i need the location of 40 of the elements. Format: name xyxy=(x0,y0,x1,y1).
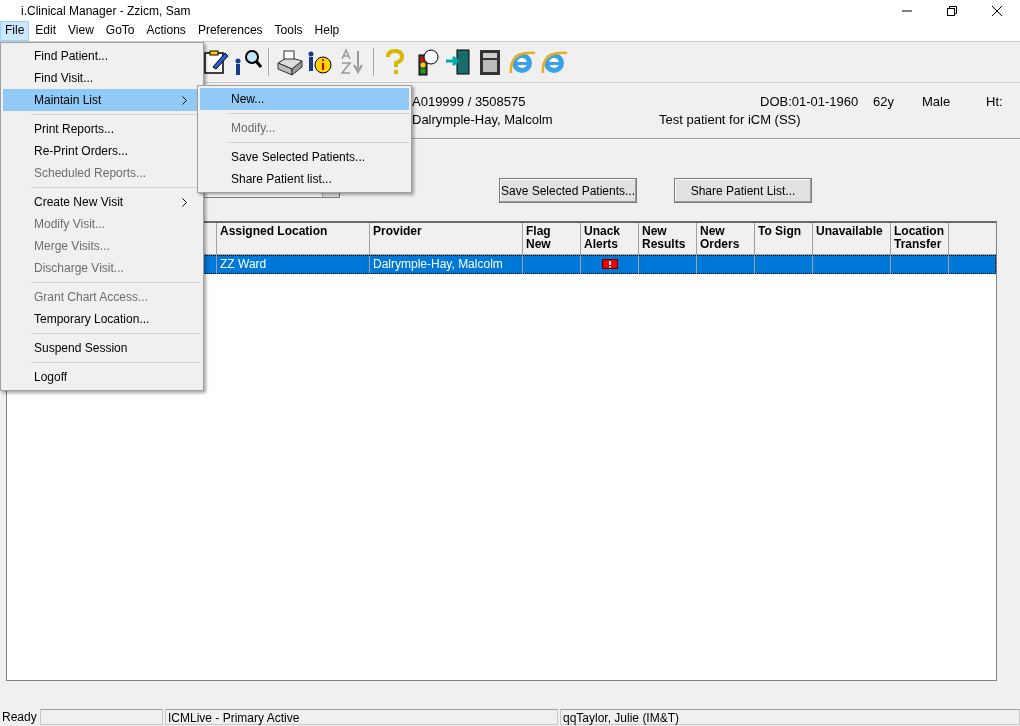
menu-item[interactable]: Preferences xyxy=(191,21,269,41)
restore-icon[interactable] xyxy=(946,4,958,17)
menu-item[interactable]: GoTo xyxy=(99,21,141,41)
exit-door-icon[interactable] xyxy=(443,47,473,77)
close-icon[interactable] xyxy=(991,4,1003,17)
patient-age: 62y xyxy=(873,93,895,109)
menu-item[interactable]: Suspend Session xyxy=(3,337,201,359)
menu-item[interactable]: Find Patient... xyxy=(3,45,201,67)
menu-item[interactable]: View xyxy=(62,21,100,41)
menu-item[interactable]: Actions xyxy=(140,21,192,41)
menu-item[interactable]: Edit xyxy=(29,21,63,41)
height-label: Ht: xyxy=(986,93,1003,109)
printer-icon[interactable] xyxy=(274,47,304,77)
menu-item[interactable]: Find Visit... xyxy=(3,67,201,89)
menu-item[interactable]: File xyxy=(0,21,30,41)
person-magnifier-icon[interactable] xyxy=(233,47,263,77)
menu-item[interactable]: Save Selected Patients... xyxy=(200,146,409,168)
table-cell: ZZ Ward xyxy=(217,255,370,274)
menu-item[interactable]: Create New Visit xyxy=(3,191,201,213)
menu-item[interactable]: Tools xyxy=(268,21,309,41)
menu-item[interactable]: Temporary Location... xyxy=(3,308,201,330)
clipboard-pen-icon[interactable] xyxy=(201,47,231,77)
patient-note: Test patient for iCM (SS) xyxy=(659,111,801,127)
status-text: ICMLive - Primary Active xyxy=(165,709,558,725)
window-title: i.Clinical Manager - Zzicm, Sam xyxy=(21,3,191,18)
patient-sex: Male xyxy=(922,93,952,109)
menu-item[interactable]: Logoff xyxy=(3,366,201,388)
status-text: Ready xyxy=(1,709,38,725)
table-cell: Dalrymple-Hay, Malcolm xyxy=(370,255,523,274)
menu-item[interactable]: New... xyxy=(200,88,409,110)
patient-name: Dalrymple-Hay, Malcolm xyxy=(412,111,554,127)
patient-ids: A019999 / 3508575 xyxy=(412,93,527,109)
date-of-birth: DOB:01-01-1960 xyxy=(760,93,860,109)
menu-item[interactable]: Help xyxy=(308,21,346,41)
status-text: qqTaylor, Julie (IM&T) xyxy=(560,709,1020,725)
share-list-button[interactable]: Share Patient List... xyxy=(674,178,812,203)
menu-item[interactable]: Print Reports... xyxy=(3,118,201,140)
save-selected-button[interactable]: Save Selected Patients... xyxy=(499,178,637,203)
menu-item[interactable]: Share Patient list... xyxy=(200,168,409,190)
menu-item[interactable]: Re-Print Orders... xyxy=(3,140,201,162)
